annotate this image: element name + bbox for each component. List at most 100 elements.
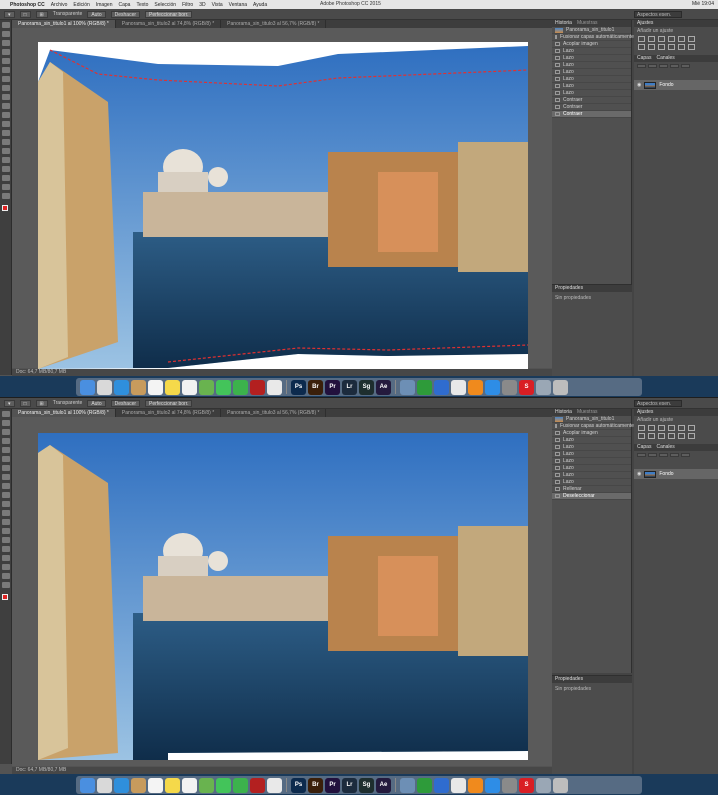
dock-bridge-icon[interactable]: Br <box>308 777 323 793</box>
dock-finder-icon[interactable] <box>80 777 95 793</box>
history-brush-tool-icon[interactable] <box>2 103 10 109</box>
refine-edge-button[interactable]: Perfeccionar borr. <box>145 399 193 407</box>
channel-mixer-icon[interactable] <box>668 433 675 439</box>
hand-tool-icon[interactable] <box>2 184 10 190</box>
type-tool-icon[interactable] <box>2 546 10 552</box>
levels-icon[interactable] <box>648 36 655 42</box>
dock-reminders-icon[interactable] <box>182 379 197 395</box>
dock-contacts-icon[interactable] <box>131 777 146 793</box>
curves-icon[interactable] <box>658 425 665 431</box>
layer-row-background[interactable]: ◉ Fondo <box>634 469 718 479</box>
refine-edge-button[interactable]: Perfeccionar borr. <box>145 10 193 18</box>
vibrance-icon[interactable] <box>678 425 685 431</box>
dock-system-preferences-icon[interactable] <box>502 777 517 793</box>
add-selection-button[interactable]: ⊞ <box>35 399 48 407</box>
dock-finder-icon[interactable] <box>80 379 95 395</box>
exposure-icon[interactable] <box>668 36 675 42</box>
undo-button[interactable]: Deshacer <box>110 10 141 18</box>
clone-stamp-tool-icon[interactable] <box>2 483 10 489</box>
pen-tool-icon[interactable] <box>2 148 10 154</box>
tab-doc-1[interactable]: Panorama_sin_titulo1 al 100% (RGB/8) * <box>12 20 116 28</box>
tab-doc-3[interactable]: Panorama_sin_titulo3 al 56,7% (RGB/8) * <box>221 20 327 28</box>
dock-reminders-icon[interactable] <box>182 777 197 793</box>
dock-facetime-icon[interactable] <box>233 379 248 395</box>
photo-filter-icon[interactable] <box>658 44 665 50</box>
quick-select-tool-icon[interactable] <box>2 49 10 55</box>
dock-bridge-icon[interactable]: Br <box>308 379 323 395</box>
menu-seleccion[interactable]: Selección <box>154 2 176 8</box>
history-step-selected[interactable]: Deseleccionar <box>552 493 631 500</box>
crop-tool-icon[interactable] <box>2 58 10 64</box>
tab-channels[interactable]: Canales <box>656 55 674 62</box>
zoom-tool-icon[interactable] <box>2 193 10 199</box>
dock-app-store-icon[interactable] <box>485 777 500 793</box>
eye-icon[interactable]: ◉ <box>637 82 641 88</box>
dock-numbers-icon[interactable] <box>417 777 432 793</box>
brush-tool-icon[interactable] <box>2 85 10 91</box>
clone-stamp-tool-icon[interactable] <box>2 94 10 100</box>
tab-layers[interactable]: Capas <box>637 55 651 62</box>
blend-mode-select[interactable] <box>648 64 657 68</box>
dock-itunes-icon[interactable] <box>451 379 466 395</box>
dock-facetime-icon[interactable] <box>233 777 248 793</box>
dock-notes-icon[interactable] <box>165 777 180 793</box>
menu-archivo[interactable]: Archivo <box>51 2 68 8</box>
dock-preview-icon[interactable] <box>400 379 415 395</box>
workspace-select[interactable]: Aspectos esen. <box>634 11 682 18</box>
move-tool-icon[interactable] <box>2 22 10 28</box>
dock-calendar-icon[interactable] <box>148 379 163 395</box>
dock-photoshop-icon[interactable]: Ps <box>291 777 306 793</box>
tab-layers[interactable]: Capas <box>637 444 651 451</box>
zoom-tool-icon[interactable] <box>2 582 10 588</box>
dock-trash-icon[interactable] <box>553 777 568 793</box>
dock-photos-icon[interactable] <box>267 777 282 793</box>
tab-doc-2[interactable]: Panorama_sin_titulo2 al 74,8% (RGB/8) * <box>116 409 222 417</box>
opacity-field[interactable] <box>659 64 668 68</box>
dock-lightroom-icon[interactable]: Lr <box>342 379 357 395</box>
opacity-field[interactable] <box>659 453 668 457</box>
vibrance-icon[interactable] <box>678 36 685 42</box>
healing-tool-icon[interactable] <box>2 465 10 471</box>
blur-tool-icon[interactable] <box>2 519 10 525</box>
tab-doc-1[interactable]: Panorama_sin_titulo1 al 100% (RGB/8) * <box>12 409 116 417</box>
dock-speedgrade-icon[interactable]: Sg <box>359 379 374 395</box>
adjustments-header[interactable]: Ajustes <box>634 409 718 416</box>
invert-icon[interactable] <box>688 433 695 439</box>
menu-capa[interactable]: Capa <box>119 2 131 8</box>
menu-vista[interactable]: Vista <box>212 2 223 8</box>
color-lookup-icon[interactable] <box>678 433 685 439</box>
menu-ayuda[interactable]: Ayuda <box>253 2 267 8</box>
mode-select[interactable]: Auto <box>87 399 106 407</box>
dock-safari-icon[interactable] <box>114 379 129 395</box>
black-white-icon[interactable] <box>648 44 655 50</box>
dock-messages-icon[interactable] <box>216 777 231 793</box>
menu-imagen[interactable]: Imagen <box>96 2 113 8</box>
dock-system-preferences-icon[interactable] <box>502 379 517 395</box>
blur-tool-icon[interactable] <box>2 130 10 136</box>
dock-app-store-icon[interactable] <box>485 379 500 395</box>
dock-numbers-icon[interactable] <box>417 379 432 395</box>
lasso-tool-icon[interactable] <box>2 429 10 435</box>
path-select-tool-icon[interactable] <box>2 555 10 561</box>
dock-photos-icon[interactable] <box>267 379 282 395</box>
black-white-icon[interactable] <box>648 433 655 439</box>
gradient-tool-icon[interactable] <box>2 121 10 127</box>
brightness-contrast-icon[interactable] <box>638 36 645 42</box>
lasso-tool-icon[interactable] <box>2 40 10 46</box>
dock-keynote-icon[interactable] <box>434 379 449 395</box>
quick-select-tool-icon[interactable] <box>2 438 10 444</box>
fill-field[interactable] <box>681 453 690 457</box>
tab-channels[interactable]: Canales <box>656 444 674 451</box>
crop-tool-icon[interactable] <box>2 447 10 453</box>
dock-preview-icon[interactable] <box>400 777 415 793</box>
workspace-select[interactable]: Aspectos esen. <box>634 400 682 407</box>
dock-documents-icon[interactable] <box>536 379 551 395</box>
dock-itunes-icon[interactable] <box>451 777 466 793</box>
dock-premiere-icon[interactable]: Pr <box>325 379 340 395</box>
brush-tool-icon[interactable] <box>2 474 10 480</box>
gradient-tool-icon[interactable] <box>2 510 10 516</box>
invert-icon[interactable] <box>688 44 695 50</box>
menu-3d[interactable]: 3D <box>199 2 205 8</box>
eye-icon[interactable]: ◉ <box>637 471 641 477</box>
dock-photoshop-icon[interactable]: Ps <box>291 379 306 395</box>
